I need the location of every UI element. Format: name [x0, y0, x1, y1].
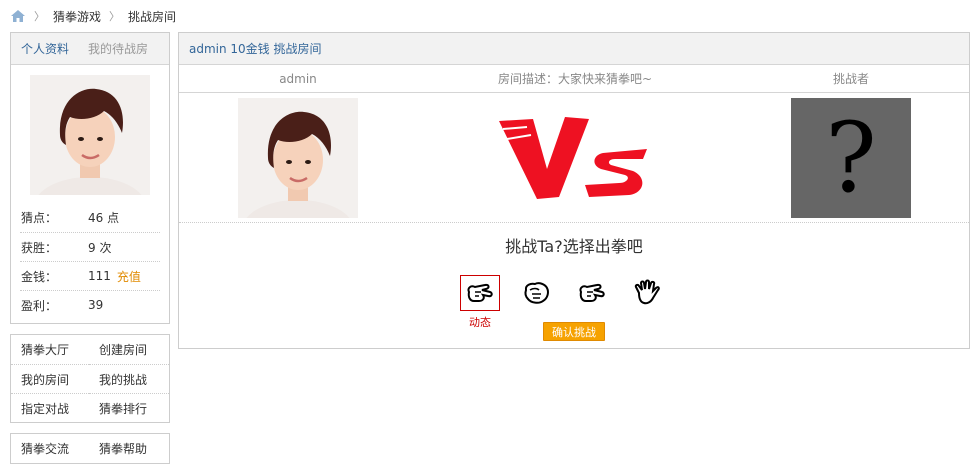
challenger-label: 挑战者 — [832, 72, 869, 86]
choose-prompt: 挑战Ta?选择出拳吧 — [505, 237, 643, 256]
avatar-wrap — [11, 65, 169, 203]
stat-key: 盈利： — [21, 298, 58, 313]
selected-label: 动态 — [469, 316, 491, 329]
room-panel: admin 10金钱 挑战房间 admin 房间描述：大家快来猜拳吧~ 挑战者 — [178, 32, 970, 349]
stat-row: 金钱： 111 充值 — [20, 261, 160, 290]
host-slot — [179, 97, 417, 218]
host-label: admin — [279, 71, 317, 86]
profile-tabs: 个人资料 我的待战房 — [11, 33, 169, 65]
choice-box[interactable] — [572, 275, 612, 311]
choice-box[interactable] — [628, 275, 668, 311]
nav-item-ranking[interactable]: 猜拳排行 — [89, 393, 169, 422]
stat-value: 46 点 — [88, 211, 120, 225]
choice-rock[interactable] — [508, 275, 564, 328]
profile-panel: 个人资料 我的待战房 猜点： 46 点 获胜： 9 次 金钱： 111 充值 盈… — [10, 32, 170, 324]
room-title: admin 10金钱 挑战房间 — [179, 33, 969, 65]
vs-logo-icon — [499, 116, 647, 199]
nav-item-my-challenges[interactable]: 我的挑战 — [89, 364, 169, 393]
nav-grid: 猜拳交流 猜拳帮助 — [11, 434, 169, 463]
choice-scissors[interactable]: 动态 — [452, 275, 508, 329]
stats-list: 猜点： 46 点 获胜： 9 次 金钱： 111 充值 盈利： 39 — [11, 203, 169, 323]
choice-paper[interactable] — [620, 275, 676, 328]
stat-key: 金钱： — [21, 269, 58, 284]
home-icon[interactable] — [10, 9, 26, 23]
breadcrumb-item-game[interactable]: 猜拳游戏 — [53, 8, 101, 25]
stat-key: 获胜： — [21, 240, 58, 255]
tab-profile[interactable]: 个人资料 — [21, 40, 69, 57]
nav-grid: 猜拳大厅 创建房间 我的房间 我的挑战 指定对战 猜拳排行 — [11, 335, 169, 422]
stat-value: 111 — [88, 269, 111, 283]
unknown-challenger: ? — [791, 97, 911, 218]
nav-item-my-rooms[interactable]: 我的房间 — [11, 364, 89, 393]
vs-graphic — [417, 113, 733, 203]
nav-item-help[interactable]: 猜拳帮助 — [89, 434, 169, 463]
stat-row: 盈利： 39 — [20, 290, 160, 319]
breadcrumb-item-room[interactable]: 挑战房间 — [128, 8, 176, 25]
nav-panel: 猜拳大厅 创建房间 我的房间 我的挑战 指定对战 猜拳排行 — [10, 334, 170, 423]
confirm-challenge-button[interactable]: 确认挑战 — [543, 322, 605, 341]
breadcrumb-separator: 〉 — [109, 10, 121, 23]
sidebar: 个人资料 我的待战房 猜点： 46 点 获胜： 9 次 金钱： 111 充值 盈… — [10, 32, 170, 464]
vs-row: ? — [179, 93, 969, 223]
choice-box[interactable] — [460, 275, 500, 311]
nav-item-lobby[interactable]: 猜拳大厅 — [11, 335, 89, 364]
choice-scissors-2[interactable] — [564, 275, 620, 328]
nav-item-forum[interactable]: 猜拳交流 — [11, 434, 89, 463]
recharge-link[interactable]: 充值 — [117, 268, 141, 285]
paper-hand-icon — [634, 279, 660, 305]
scissors-hand-icon — [467, 283, 493, 302]
rock-fist-icon — [524, 282, 549, 304]
stat-row: 获胜： 9 次 — [20, 232, 160, 261]
stat-value: 9 次 — [88, 240, 112, 255]
hand-choices: 动态 — [159, 275, 969, 329]
choice-box[interactable] — [516, 275, 556, 311]
stat-key: 猜点： — [21, 211, 58, 225]
challenger-slot: ? — [733, 97, 969, 218]
tab-pending-rooms[interactable]: 我的待战房 — [88, 40, 148, 57]
breadcrumb: 〉 猜拳游戏 〉 挑战房间 — [10, 6, 176, 26]
host-avatar — [238, 97, 358, 218]
room-column-headers: admin 房间描述：大家快来猜拳吧~ 挑战者 — [179, 65, 969, 93]
stat-row: 猜点： 46 点 — [20, 203, 160, 232]
nav-panel-secondary: 猜拳交流 猜拳帮助 — [10, 433, 170, 464]
nav-item-create-room[interactable]: 创建房间 — [89, 335, 169, 364]
room-description: 房间描述：大家快来猜拳吧~ — [497, 72, 653, 86]
stat-value: 39 — [88, 298, 104, 312]
scissors-hand-icon — [579, 283, 605, 302]
avatar — [30, 75, 150, 195]
breadcrumb-separator: 〉 — [34, 10, 45, 23]
nav-item-designated-battle[interactable]: 指定对战 — [11, 393, 89, 422]
